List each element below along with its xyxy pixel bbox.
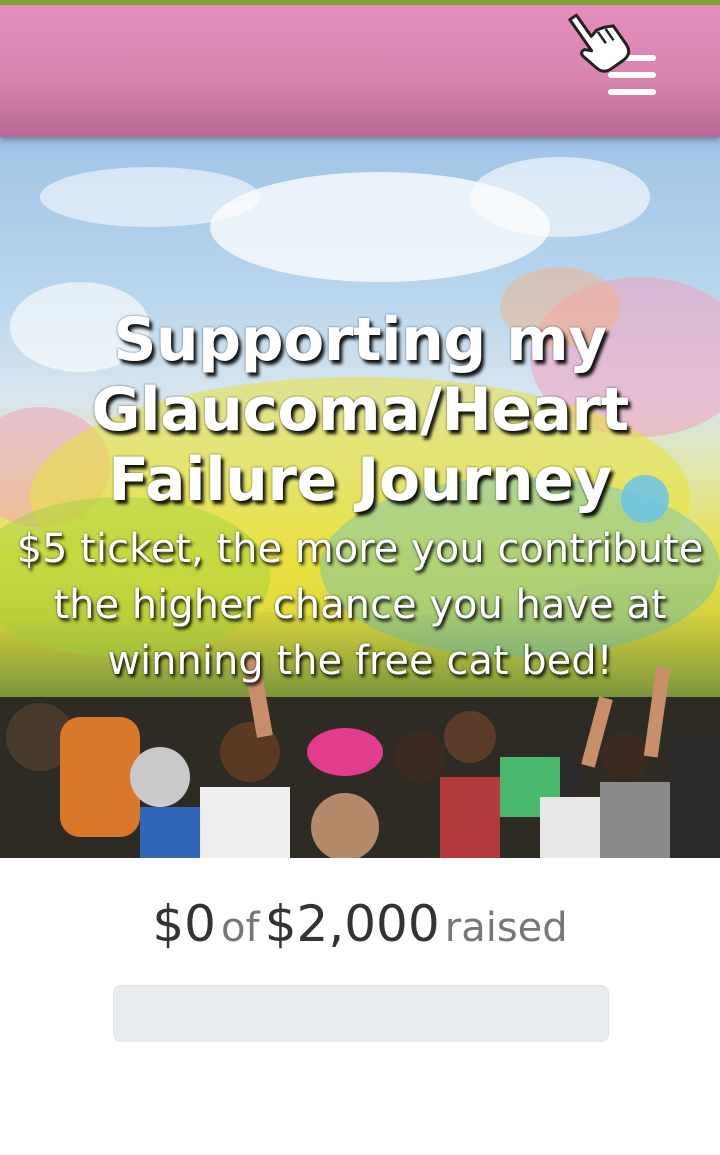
hero-subtitle: $5 ticket, the more you contribute the h…	[16, 526, 704, 684]
pointing-hand-cursor-icon	[568, 13, 631, 73]
raised-label: raised	[444, 905, 568, 951]
hero-text-block: Supporting my Glaucoma/Heart Failure Jou…	[0, 305, 720, 689]
fundraising-progress-bar	[113, 985, 609, 1042]
site-header	[0, 5, 720, 137]
goal-amount: $2,000	[264, 895, 440, 953]
page: Supporting my Glaucoma/Heart Failure Jou…	[0, 0, 720, 1155]
of-label: of	[221, 905, 260, 951]
raised-amount: $0	[152, 895, 216, 953]
hero-banner: Supporting my Glaucoma/Heart Failure Jou…	[0, 137, 720, 858]
hero-title: Supporting my Glaucoma/Heart Failure Jou…	[91, 305, 629, 515]
menu-bar	[608, 89, 656, 95]
raised-summary: $0 of $2,000 raised	[0, 895, 720, 953]
